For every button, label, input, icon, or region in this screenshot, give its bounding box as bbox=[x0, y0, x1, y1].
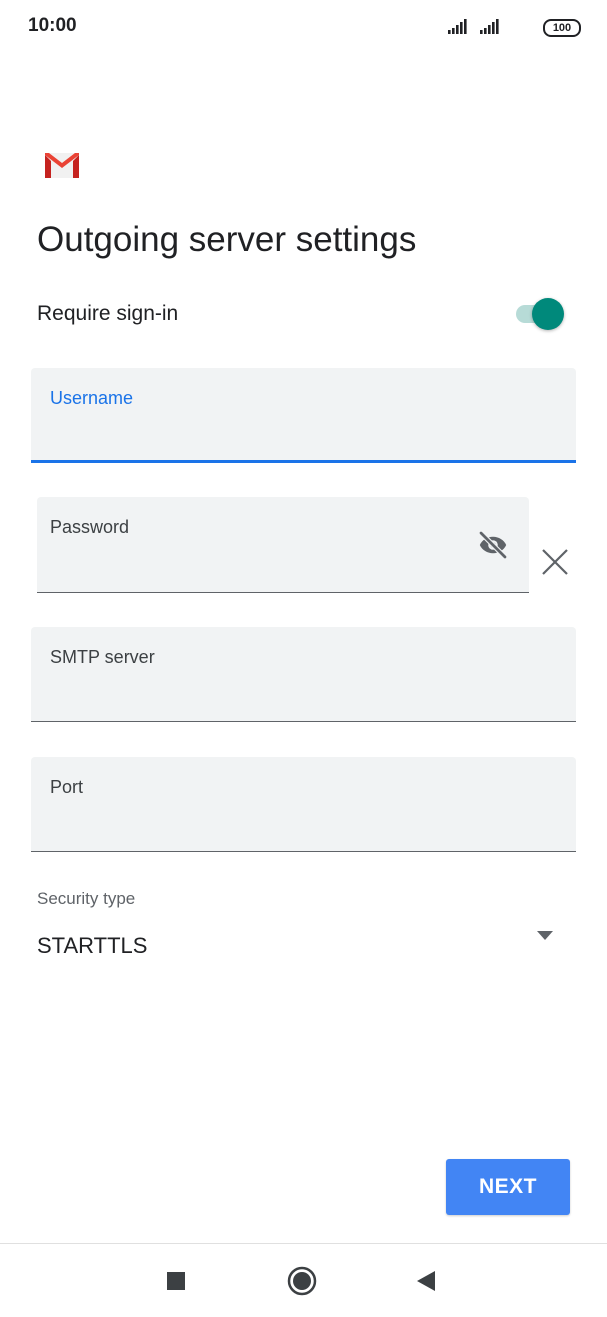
port-field[interactable]: Port bbox=[31, 757, 576, 852]
password-field[interactable]: Password bbox=[37, 497, 529, 593]
password-label: Password bbox=[50, 517, 130, 537]
page-title: Outgoing server settings bbox=[37, 220, 417, 259]
recents-icon[interactable] bbox=[159, 1264, 193, 1298]
close-icon[interactable] bbox=[539, 546, 571, 578]
username-input[interactable] bbox=[50, 418, 486, 448]
signal-icon bbox=[448, 19, 467, 34]
chevron-down-icon bbox=[537, 931, 553, 940]
password-input[interactable] bbox=[50, 547, 395, 577]
toggle-thumb bbox=[532, 298, 564, 330]
navigation-bar bbox=[0, 1243, 607, 1317]
home-icon[interactable] bbox=[285, 1264, 319, 1298]
smtp-server-field[interactable]: SMTP server bbox=[31, 627, 576, 722]
eye-off-icon[interactable] bbox=[475, 527, 511, 563]
security-type-value: STARTTLS bbox=[37, 933, 148, 958]
battery-indicator: 100 bbox=[543, 19, 581, 37]
status-time: 10:00 bbox=[28, 15, 77, 36]
next-button[interactable]: NEXT bbox=[446, 1159, 570, 1215]
require-signin-label: Require sign-in bbox=[37, 302, 179, 325]
port-label: Port bbox=[50, 777, 84, 797]
username-field[interactable]: Username bbox=[31, 368, 576, 463]
back-icon[interactable] bbox=[409, 1264, 443, 1298]
status-bar: 10:00 100 bbox=[0, 0, 607, 56]
username-label: Username bbox=[50, 388, 134, 408]
security-type-select[interactable]: STARTTLS bbox=[37, 925, 567, 969]
smtp-server-input[interactable] bbox=[50, 677, 486, 707]
gmail-logo-icon bbox=[45, 153, 79, 178]
require-signin-toggle[interactable] bbox=[514, 296, 568, 332]
smtp-server-label: SMTP server bbox=[50, 647, 155, 667]
security-type-label: Security type bbox=[37, 889, 136, 908]
signal-icon bbox=[480, 19, 499, 34]
port-input[interactable] bbox=[50, 807, 486, 837]
